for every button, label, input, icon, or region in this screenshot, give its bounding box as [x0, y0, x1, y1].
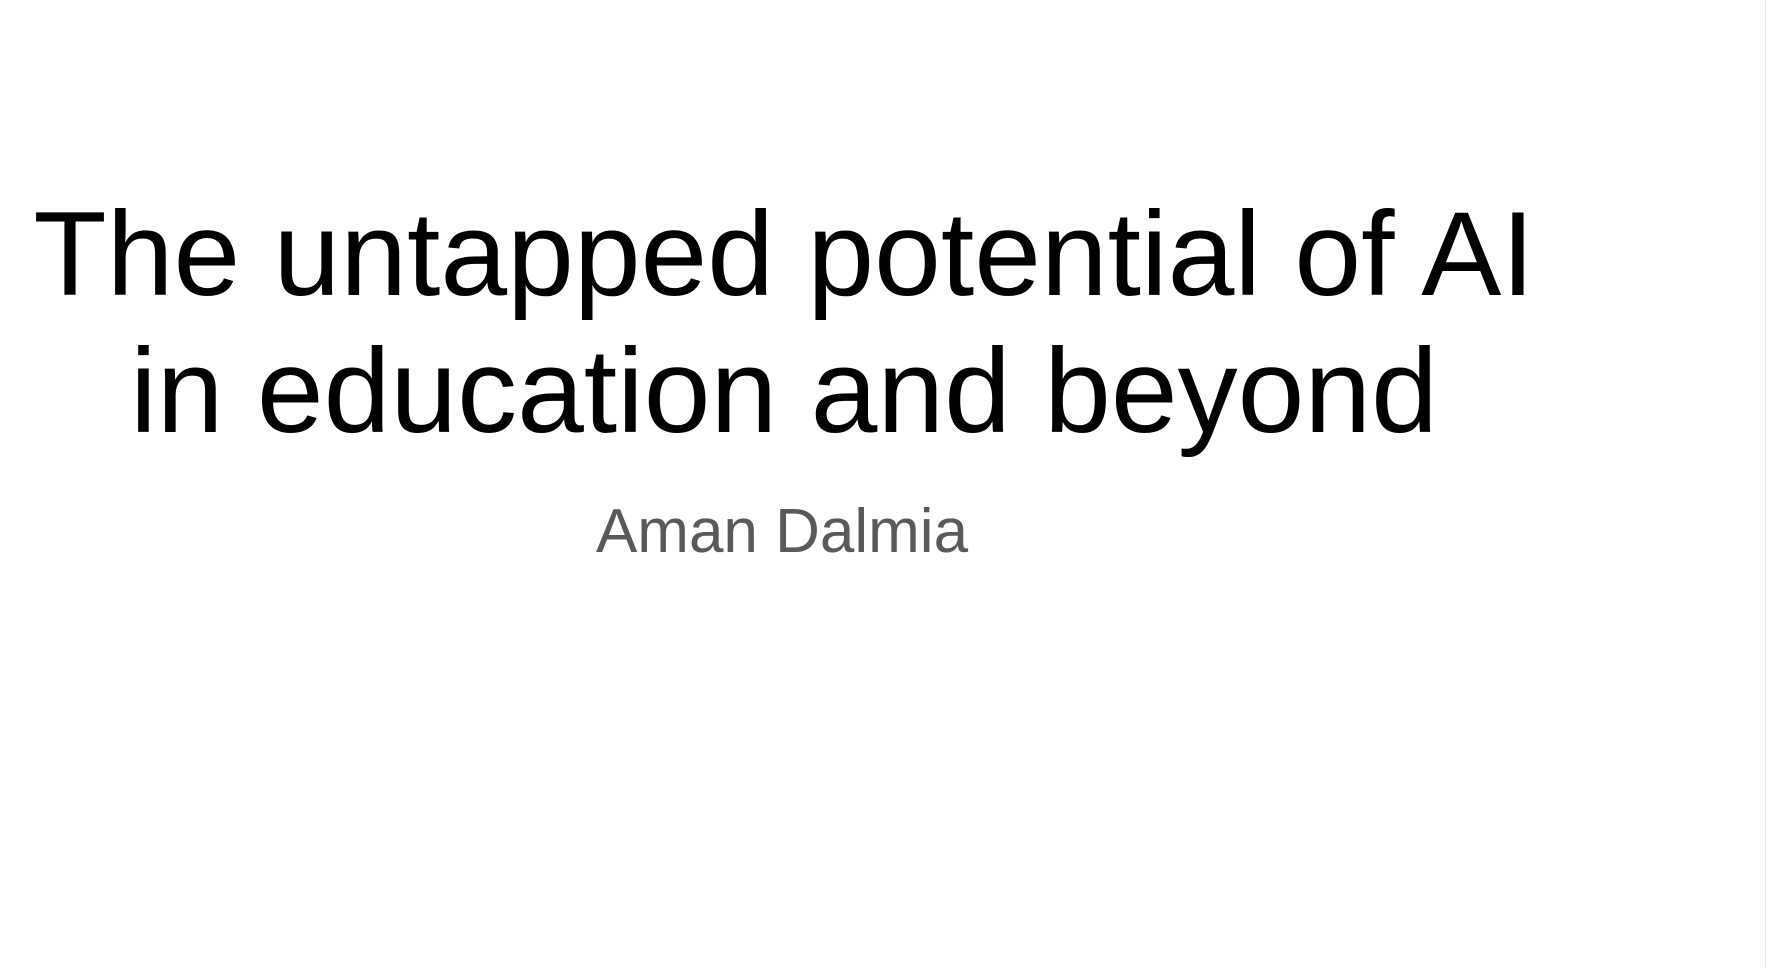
slide-subtitle-author: Aman Dalmia: [595, 497, 969, 566]
slide-title-line-2: in education and beyond: [130, 324, 1438, 458]
slide-title: The untapped potential of AI in educatio…: [0, 186, 1568, 460]
title-slide: The untapped potential of AI in educatio…: [0, 0, 1768, 968]
slide-edge-divider: [1765, 0, 1766, 968]
slide-title-line-1: The untapped potential of AI: [33, 187, 1535, 321]
